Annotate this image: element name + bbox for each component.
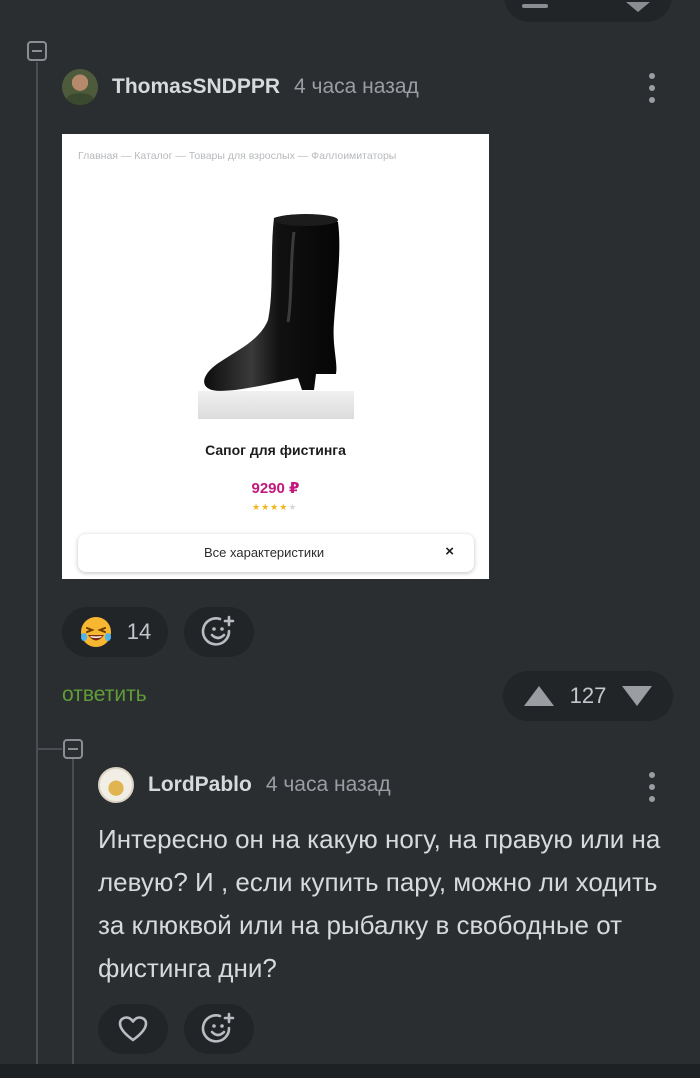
close-icon[interactable]: × — [445, 543, 454, 560]
product-title: Сапог для фистинга — [205, 442, 346, 458]
like-button[interactable] — [98, 1004, 168, 1054]
add-emoji-icon — [201, 615, 235, 646]
add-reaction-button[interactable] — [184, 1004, 254, 1054]
attached-image[interactable]: Главная — Каталог — Товары для взрослых … — [62, 134, 489, 579]
more-options-icon[interactable] — [648, 73, 656, 103]
all-specs-button[interactable]: Все характеристики × — [78, 534, 474, 572]
comment-text: Интересно он на какую ногу, на правую ил… — [98, 824, 661, 983]
laughing-emoji-icon — [80, 617, 111, 647]
star-icon: ★ — [261, 502, 271, 512]
downvote-icon[interactable] — [626, 2, 650, 12]
username[interactable]: LordPablo — [148, 773, 252, 797]
avatar[interactable] — [98, 767, 134, 803]
breadcrumb: Главная — Каталог — Товары для взрослых … — [78, 150, 397, 162]
timestamp: 4 часа назад — [265, 773, 391, 796]
star-icon: ★ — [279, 502, 289, 512]
previous-comment-vote-pill[interactable] — [504, 0, 672, 22]
reply-link[interactable]: ответить — [62, 683, 147, 707]
product-image — [204, 214, 340, 391]
collapse-thread-button[interactable] — [27, 41, 47, 61]
heart-icon — [118, 1016, 148, 1042]
product-price: 9290 ₽ — [251, 480, 300, 497]
star-icon: ★ — [252, 502, 262, 512]
downvote-icon[interactable] — [622, 686, 653, 706]
collapse-reply-button[interactable] — [63, 739, 83, 759]
minus-icon — [522, 4, 548, 8]
upvote-icon[interactable] — [523, 686, 554, 706]
star-icon: ★ — [288, 502, 298, 512]
reply-header: LordPablo 4 часа назад — [98, 767, 391, 803]
thread-line — [36, 62, 38, 1064]
reaction-laughing-button[interactable]: 14 — [62, 607, 168, 657]
timestamp: 4 часа назад — [294, 75, 419, 98]
reaction-count: 14 — [126, 619, 152, 644]
add-emoji-icon — [201, 1012, 235, 1043]
comment-header: ThomasSNDPPR 4 часа назад — [62, 69, 419, 105]
specs-label: Все характеристики — [204, 545, 325, 560]
bottom-bar — [0, 1064, 700, 1078]
thread-connector — [36, 748, 62, 750]
reply-thread-line — [72, 758, 74, 1064]
vote-pill: 127 — [503, 671, 673, 721]
avatar[interactable] — [62, 69, 98, 105]
rating-stars: ★★★★★ — [252, 502, 297, 513]
star-icon: ★ — [270, 502, 280, 512]
add-reaction-button[interactable] — [184, 607, 254, 657]
rating-count: 127 — [569, 683, 607, 708]
username[interactable]: ThomasSNDPPR — [112, 75, 280, 99]
more-options-icon[interactable] — [648, 772, 656, 802]
